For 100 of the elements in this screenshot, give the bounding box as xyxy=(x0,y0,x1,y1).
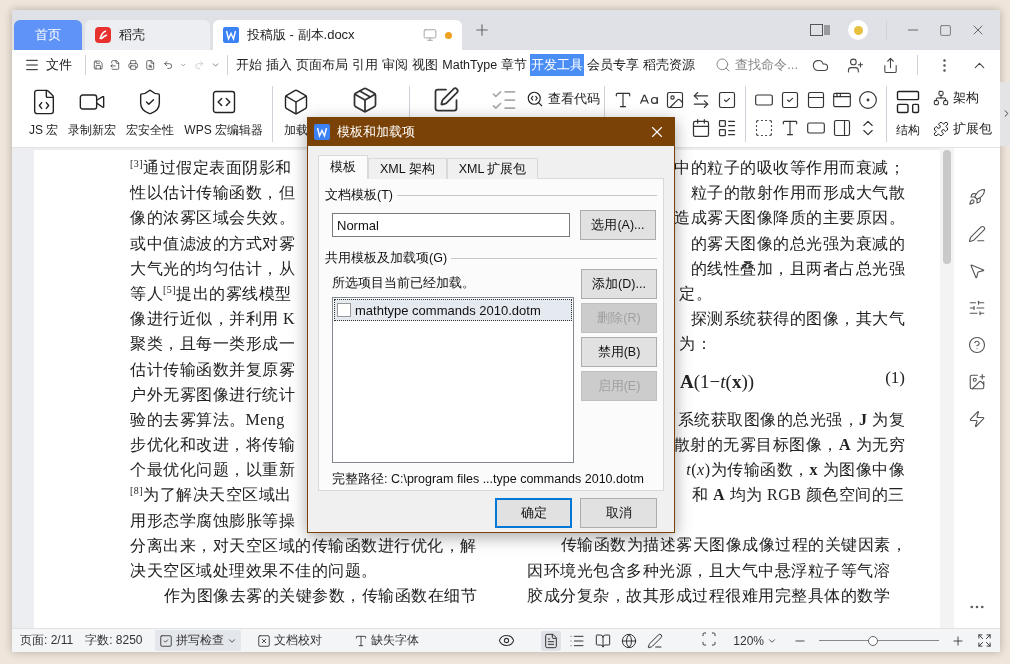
section-label: 文档模板(T) xyxy=(325,187,393,204)
ribbon-button[interactable]: JS 宏 xyxy=(26,86,62,141)
dialog-button[interactable]: 取消 xyxy=(580,498,657,528)
design-mode-icon[interactable] xyxy=(432,85,460,114)
file-menu[interactable]: 文件 xyxy=(24,56,78,74)
ribbon-button[interactable]: 结构 xyxy=(891,86,925,141)
eye-icon[interactable] xyxy=(498,632,516,649)
ribbon-tab[interactable]: 视图 xyxy=(411,54,440,76)
ribbon-tab[interactable]: 会员专享 xyxy=(586,54,641,76)
text-line: 的线性叠加，且两者占总光强 xyxy=(690,259,905,277)
text-line: 为： xyxy=(679,335,712,353)
search-icon xyxy=(715,57,732,73)
loaded-note: 所选项目当前已经加载。 xyxy=(332,275,476,292)
attach-button[interactable]: 选用(A)... xyxy=(580,210,656,240)
text-line: 系统获取图像的总光强，J 为复 xyxy=(677,410,905,428)
schema-button[interactable]: 架构 xyxy=(929,87,996,109)
template-field[interactable]: Normal xyxy=(332,213,570,237)
text-line: $^{[8]}$为了解决天空区域出 xyxy=(130,486,292,504)
image-icon[interactable] xyxy=(968,373,986,391)
ribbon-button[interactable]: 录制新宏 xyxy=(65,86,120,141)
export-icon[interactable] xyxy=(110,57,121,73)
window-tab[interactable]: 投稿版 - 副本.docx xyxy=(213,20,462,50)
user-plus-icon[interactable] xyxy=(847,56,864,74)
text-line: 聚类，且每一类形成一 xyxy=(130,335,295,353)
fit-icon[interactable] xyxy=(701,631,718,647)
missing-fonts-button[interactable]: 缺失字体 xyxy=(349,630,423,651)
code-search-icon xyxy=(526,90,544,108)
panel-icon[interactable] xyxy=(810,24,830,36)
search-field[interactable]: 查找命令... xyxy=(715,56,798,74)
ribbon-tab[interactable]: 审阅 xyxy=(381,54,410,76)
zoom-dropdown[interactable]: 120% xyxy=(729,631,781,650)
sliders-icon[interactable] xyxy=(968,299,986,317)
addin-item[interactable]: mathtype commands 2010.dotm xyxy=(334,299,572,321)
image-icon[interactable] xyxy=(665,89,685,110)
text-line: 步优化和改进，将传输 xyxy=(130,436,295,454)
ribbon-tab[interactable]: 插入 xyxy=(265,54,294,76)
dialog-tab[interactable]: XML 架构 xyxy=(368,158,447,179)
text-line: 中的粒子的吸收等作用而衰减； xyxy=(674,159,905,176)
dialog-button[interactable]: 添加(D)... xyxy=(581,269,657,299)
text-line: 分离出来，对天空区域的传输函数进行优化，解 xyxy=(130,536,477,554)
spell-check-button[interactable]: 拼写检查 xyxy=(154,630,241,651)
ribbon-tab[interactable]: 页面布局 xyxy=(295,54,350,76)
ribbon-tab[interactable]: 引用 xyxy=(351,54,380,76)
proofread-button[interactable]: 文档校对 xyxy=(252,630,326,651)
x-box-icon xyxy=(256,633,271,648)
combo-box-icon[interactable] xyxy=(806,89,826,110)
text-line: 传输函数为描述雾天图像成像过程的关键因素， xyxy=(560,536,908,554)
text-line: 因环境光包含多种光源，且大气中悬浮粒子等气溶 xyxy=(527,561,890,579)
text-line: 定。 xyxy=(679,284,712,302)
ribbon-button[interactable]: 加载 xyxy=(279,85,313,141)
help-icon[interactable] xyxy=(968,336,986,354)
text-line: 胶成分复杂，故其形成过程很难用完整具体的数学 xyxy=(527,586,890,604)
window-tab[interactable]: 稻壳 xyxy=(85,20,210,50)
text-line: t(x)为传输函数，x 为图像中像 xyxy=(686,460,905,478)
view-code-button[interactable]: 查看代码 xyxy=(522,88,604,110)
dialog-tab[interactable]: 模板 xyxy=(318,155,368,179)
share-icon[interactable] xyxy=(882,56,899,74)
text-line: 或中值滤波的方式对雾 xyxy=(130,234,295,252)
text-line: 探测系统获得的图像，其大气 xyxy=(690,310,905,328)
package-icon[interactable] xyxy=(351,85,379,114)
maximize-icon[interactable] xyxy=(939,23,952,37)
layout-icon xyxy=(894,88,922,116)
print-icon[interactable] xyxy=(127,57,139,73)
text-line: 等人$^{[5]}$提出的雾线模型 xyxy=(130,284,292,302)
expansion-pack-button[interactable]: 扩展包 xyxy=(929,118,996,140)
dialog-title: 模板和加载项 xyxy=(337,123,416,141)
swap-icon[interactable] xyxy=(691,89,711,110)
label-icon[interactable] xyxy=(754,117,774,138)
dialog-button[interactable]: 确定 xyxy=(495,498,572,528)
preview-icon[interactable] xyxy=(145,57,156,73)
word-count[interactable]: 字数: 8250 xyxy=(85,632,143,649)
lightning-icon[interactable] xyxy=(968,410,986,428)
ribbon-button[interactable]: 宏安全性 xyxy=(123,86,178,141)
text-line: 散射的无雾目标图像，A 为无穷 xyxy=(673,435,905,453)
cube-icon xyxy=(282,87,310,116)
scrollbar[interactable] xyxy=(940,148,954,628)
pen-icon[interactable] xyxy=(968,225,986,243)
calendar-icon[interactable] xyxy=(691,117,711,138)
ribbon-tab[interactable]: MathType xyxy=(441,54,499,76)
radio-icon[interactable] xyxy=(858,89,878,110)
save-icon[interactable] xyxy=(93,57,104,73)
cursor-icon[interactable] xyxy=(968,262,986,280)
text-line: 性以估计传输函数，但 xyxy=(130,184,295,202)
page-count[interactable]: 页面: 2/11 xyxy=(20,632,74,649)
checkbox[interactable] xyxy=(337,303,351,317)
ribbon-tab[interactable]: 稻壳资源 xyxy=(642,54,697,76)
dialog-tab[interactable]: XML 扩展包 xyxy=(446,158,539,179)
ribbon-button[interactable]: WPS 宏编辑器 xyxy=(181,86,266,141)
text-line: 和 A 均为 RGB 颜色空间的三 xyxy=(692,486,905,504)
checkbox-icon[interactable] xyxy=(780,89,800,110)
ribbon-tab[interactable]: 开始 xyxy=(235,54,264,76)
list-icon[interactable] xyxy=(717,117,737,138)
text-line: 大气光的均匀估计，从 xyxy=(130,259,295,277)
checkbox-icon[interactable] xyxy=(717,89,737,110)
rocket-icon[interactable] xyxy=(968,188,986,206)
equation-number: (1) xyxy=(885,367,905,388)
fullscreen-icon[interactable] xyxy=(977,633,992,648)
dialog-button[interactable]: 禁用(B) xyxy=(581,337,657,367)
text-line: 用形态学腐蚀膨胀等操 xyxy=(130,511,295,529)
ribbon-tab[interactable]: 章节 xyxy=(500,54,529,76)
